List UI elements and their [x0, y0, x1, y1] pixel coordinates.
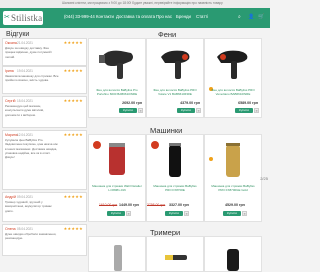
clipper-image	[226, 143, 240, 177]
review-card: Оксана 21.04.2021 ★★★★★ Дякую за швидку …	[2, 38, 87, 66]
main-nav: ✂ Stilistka (044) 33-999-44 Контакти Дос…	[0, 8, 270, 28]
review-date: 09.04.2021	[17, 195, 33, 199]
review-text: Рекомендую цей магазин, консультанти дуж…	[5, 104, 44, 117]
buy-button[interactable]: Купити	[119, 108, 137, 113]
sale-badge	[93, 141, 101, 149]
logo-text: Stilistka	[11, 13, 43, 23]
hair-dryer-image	[161, 50, 190, 79]
logo[interactable]: ✂ Stilistka	[3, 11, 43, 25]
compare-icon[interactable]: ≡	[196, 108, 201, 113]
compare-icon[interactable]: ≡	[126, 211, 131, 216]
product-price: 4379.00 грн	[180, 101, 200, 105]
clipper-image	[109, 143, 125, 175]
product-name[interactable]: Машинка для стрижки Wahl Detailer Li 080…	[92, 184, 142, 192]
review-stars: ★★★★★	[63, 194, 83, 199]
review-stars: ★★★★★	[63, 68, 83, 73]
review-stars: ★★★★★	[63, 40, 83, 45]
pager[interactable]: 2/25	[260, 176, 268, 181]
review-author: Андрій	[5, 195, 16, 199]
review-text: Тример чудовий, зручний у використанні, …	[5, 200, 52, 213]
product-price: 6589.00 грн	[238, 101, 258, 105]
product-card[interactable]: Машинка для стрижки BaByliss PRO FX8700G…	[204, 134, 262, 222]
product-card[interactable]: Машинка для стрижки Wahl Detailer Li 080…	[88, 134, 146, 222]
phone-link[interactable]: (044) 33-999-44 Контакти	[64, 14, 114, 19]
cart-icon[interactable]: 🛒	[258, 14, 264, 20]
compare-icon[interactable]: ≡	[184, 211, 189, 216]
product-name[interactable]: Фен для волосся BaByliss PRO Volare V1 B…	[150, 88, 200, 96]
product-card[interactable]: Фен для волосся BaByliss Pro Portofino 6…	[88, 38, 146, 118]
buy-button[interactable]: Купити	[107, 211, 125, 216]
product-card[interactable]	[146, 236, 204, 272]
product-price: 1449.00 грн	[119, 203, 139, 207]
review-card: Сергій 15.04.2021 ★★★★★ Рекомендую цей м…	[2, 96, 87, 128]
product-card[interactable]: Фен для волосся BaByliss PRO Veneziano B…	[204, 38, 262, 118]
nav-link-about[interactable]: Про нас	[156, 14, 172, 19]
compare-icon[interactable]: ≡	[254, 108, 259, 113]
nav-link-brands[interactable]: Бренди	[176, 14, 191, 19]
product-name[interactable]: Фен для волосся BaByliss Pro Portofino 6…	[92, 88, 142, 96]
review-card: Андрій 09.04.2021 ★★★★★ Тример чудовий, …	[2, 192, 87, 222]
product-name[interactable]: Машинка для стрижки BaByliss PRO FX8700G…	[208, 184, 258, 192]
review-text: Замовляла машинку для стрижки. Все прийш…	[5, 74, 59, 83]
trimmer-image	[114, 245, 122, 271]
nav-link-delivery[interactable]: Доставка та оплата	[116, 14, 155, 19]
review-stars: ★★★★★	[63, 98, 83, 103]
rating-dot	[209, 157, 213, 161]
reviews-title: Відгуки	[6, 31, 30, 38]
buy-button[interactable]: Купити	[235, 108, 253, 113]
review-date: 19.04.2021	[17, 69, 33, 73]
review-author: Сергій	[5, 99, 16, 103]
hair-dryer-image	[99, 50, 133, 79]
review-text: Дуже швидко обробили замовлення, рекомен…	[5, 232, 57, 241]
review-author: Марина	[5, 133, 18, 137]
review-date: 15.04.2021	[17, 99, 33, 103]
review-text: Дякую за швидку доставку. Фен працює від…	[5, 46, 53, 59]
scissors-icon: ✂	[4, 14, 10, 21]
review-stars: ★★★★★	[63, 226, 83, 231]
product-card[interactable]: Машинка для стрижки BaByliss PRO FX8700E…	[146, 134, 204, 222]
review-card: Ірина 19.04.2021 ★★★★★ Замовляла машинку…	[2, 66, 87, 94]
product-price: 3327.00 грн	[169, 203, 189, 207]
review-card: Марина 12.04.2021 ★★★★★ Купувала фен BaB…	[2, 130, 87, 190]
nav-link-articles[interactable]: Статті	[196, 14, 208, 19]
old-price: 3798.00 грн	[147, 203, 166, 207]
clipper-image	[169, 143, 181, 177]
buy-button[interactable]: Купити	[177, 108, 195, 113]
old-price: 1610.00 грн	[99, 203, 118, 207]
compare-icon[interactable]: ≡	[242, 211, 247, 216]
review-date: 21.04.2021	[17, 41, 33, 45]
review-card: Олена 05.04.2021 ★★★★★ Дуже швидко оброб…	[2, 224, 87, 256]
review-text: Купувала фен BaByliss Pro. Задоволена по…	[5, 138, 58, 160]
sale-badge	[151, 141, 159, 149]
compare-icon[interactable]: ≡	[138, 108, 143, 113]
review-stars: ★★★★★	[63, 132, 83, 137]
product-card[interactable]	[204, 236, 262, 272]
product-card[interactable]	[88, 236, 146, 272]
search-icon[interactable]: ⌕	[238, 14, 241, 20]
buy-button[interactable]: Купити	[165, 211, 183, 216]
product-price: 4529.00 грн	[225, 203, 245, 207]
hair-dryer-image	[217, 50, 248, 79]
product-card[interactable]: Фен для волосся BaByliss PRO Volare V1 B…	[146, 38, 204, 118]
review-author: Ірина	[5, 69, 14, 73]
review-author: Оксана	[5, 41, 17, 45]
buy-button[interactable]: Купити	[223, 211, 241, 216]
top-notice-text: Шановні клієнти, ми працюємо з 9:00 до 1…	[62, 1, 223, 5]
product-name[interactable]: Фен для волосся BaByliss PRO Veneziano B…	[208, 88, 258, 96]
trimmer-image	[227, 249, 239, 271]
user-icon[interactable]: 👤	[248, 14, 254, 20]
review-date: 05.04.2021	[17, 227, 33, 231]
review-author: Олена	[5, 227, 16, 231]
trimmer-image	[165, 255, 187, 260]
product-price: 2692.00 грн	[122, 101, 142, 105]
review-date: 12.04.2021	[17, 133, 33, 137]
product-name[interactable]: Машинка для стрижки BaByliss PRO FX8700E	[150, 184, 200, 192]
